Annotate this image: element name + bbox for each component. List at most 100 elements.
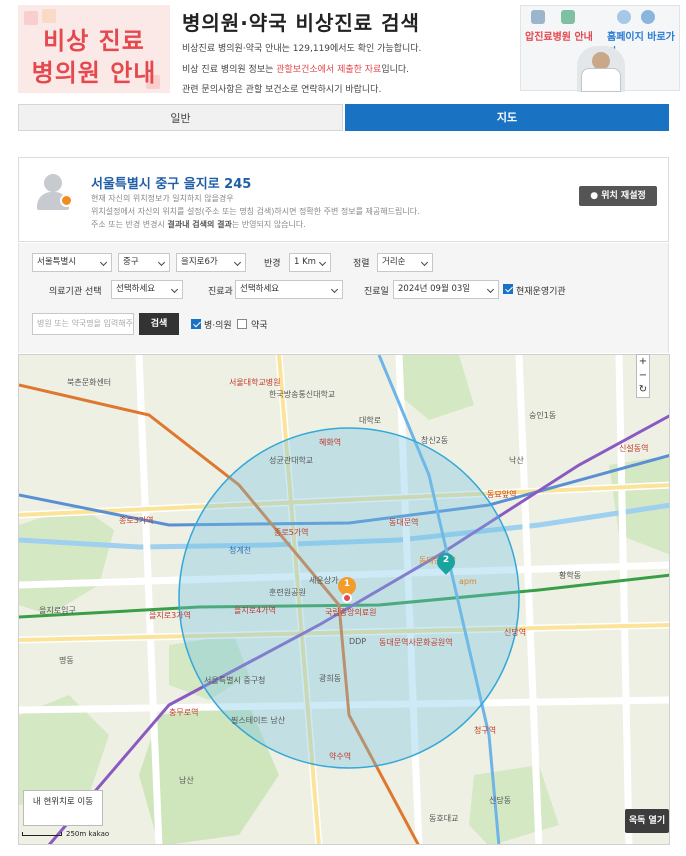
- map-label: 신당역: [504, 628, 527, 637]
- view-tabs: 일반 지도: [18, 104, 669, 131]
- pharmacy-checkbox[interactable]: [237, 319, 247, 329]
- hospital-icon: [531, 10, 545, 24]
- hospital-marker-2[interactable]: 2: [433, 549, 459, 577]
- map-label: 훈련원공원: [269, 588, 306, 597]
- info-text-2-highlight: 관할보건소에서 제출한 자료: [276, 65, 382, 75]
- map-label: 동대문역사문화공원역: [379, 638, 453, 647]
- map-label: apm: [459, 577, 477, 586]
- overlay-toggle-button[interactable]: 옥독 열기: [625, 809, 669, 833]
- map-label: 서울대학교병원: [229, 378, 281, 387]
- reset-location-button[interactable]: ● 위치 재설정: [579, 186, 657, 206]
- map-label: 국립중앙의료원: [325, 608, 377, 617]
- map-label: 을지로3가역: [149, 611, 191, 620]
- map-label: 종로5가역: [274, 528, 309, 537]
- logo-line2: 병의원 안내: [31, 59, 157, 87]
- map-label: 을지로입구: [39, 606, 76, 615]
- current-location-pin: [342, 593, 352, 603]
- map-label: 청계천: [229, 546, 252, 555]
- map-label: 남산: [179, 776, 194, 785]
- info-text-2: 비상 진료 병의원 정보는 관할보건소에서 제출한 자료입니다.: [182, 62, 409, 75]
- location-help-3: 주소 또는 반경 변경시 결과내 검색의 결과는 반영되지 않습니다.: [91, 219, 306, 230]
- info-text-2-pre: 비상 진료 병의원 정보는: [182, 65, 277, 75]
- my-location-button[interactable]: 내 현위치로 이동: [23, 790, 103, 826]
- globe-icon: [617, 10, 631, 24]
- location-help-3-pre: 주소 또는 반경 변경시: [91, 220, 168, 229]
- department-select[interactable]: 선택하세요: [235, 280, 343, 299]
- info-text-2-post: 입니다.: [381, 65, 410, 75]
- zoom-out-button[interactable]: −: [637, 369, 649, 383]
- header: 비상 진료 병의원 안내 병의원·약국 비상진료 검색 비상진료 병의원·약국 …: [0, 0, 686, 100]
- map-label: 한국방송통신대학교: [269, 390, 336, 399]
- dong-select[interactable]: 을지로6가: [176, 253, 246, 272]
- info-text-3: 관련 문의사항은 관할 보건소로 연락하시기 바랍니다.: [182, 85, 382, 95]
- map-label: 동호대교: [429, 814, 459, 823]
- map-label: 대학로: [359, 416, 382, 425]
- facility-type-label: 의료기관 선택: [49, 287, 102, 297]
- map-label: 황학동: [559, 571, 582, 580]
- marker-number: 1: [343, 579, 351, 589]
- open-now-label: 현재운영기관: [516, 287, 566, 297]
- refresh-icon[interactable]: ↻: [637, 383, 649, 397]
- map-label: DDP: [349, 637, 367, 646]
- location-help-1: 현재 자신의 위치정보가 일치하지 않을경우: [91, 194, 234, 203]
- location-panel: 서울특별시 중구 을지로 245 현재 자신의 위치정보가 일치하지 않을경우 …: [18, 157, 669, 242]
- map-label: 숭인1동: [529, 411, 557, 420]
- map-provider-logo: kakao: [88, 830, 110, 838]
- facility-type-select[interactable]: 선택하세요: [111, 280, 183, 299]
- doctor-illustration: [577, 46, 625, 92]
- map-label: 세운상가: [309, 576, 339, 585]
- marker-number: 2: [442, 555, 450, 565]
- map-label: 신당동: [489, 796, 512, 805]
- sort-select[interactable]: 거리순: [377, 253, 433, 272]
- location-help-3-bold: 결과내 검색의 결과: [167, 220, 232, 229]
- map-label: 창신2동: [421, 436, 449, 445]
- sido-select[interactable]: 서울특별시: [32, 253, 112, 272]
- map-label: 충무로역: [169, 708, 199, 717]
- department-label: 진료과: [208, 287, 233, 297]
- location-help-2: 위치설정에서 자신의 위치를 설정(주소 또는 명칭 검색)하시면 정확한 주변…: [91, 207, 420, 216]
- info-text-1: 비상진료 병의원·약국 안내는 129,119에서도 확인 가능합니다.: [182, 44, 422, 54]
- cross-icon: [561, 10, 575, 24]
- tab-general[interactable]: 일반: [18, 104, 343, 131]
- emergency-care-logo: 비상 진료 병의원 안내: [18, 5, 170, 93]
- map-label: 종로3가역: [119, 516, 154, 525]
- pharmacy-checkbox-label: 약국: [251, 321, 268, 331]
- search-filters: 서울특별시 중구 을지로6가 반경 1 Km 정렬 거리순 의료기관 선택 선택…: [18, 243, 669, 353]
- location-help-3-post: 는 반영되지 않습니다.: [231, 220, 306, 229]
- sort-label: 정렬: [353, 259, 370, 269]
- date-label: 진료일: [364, 287, 389, 297]
- zoom-control: + − ↻: [636, 354, 650, 398]
- map-label: 을지로4가역: [234, 606, 276, 615]
- search-button[interactable]: 검색: [139, 313, 179, 335]
- search-input[interactable]: 병원 또는 약국명을 입력해주세요: [32, 313, 134, 335]
- map-label: 신설동역: [619, 444, 649, 453]
- reset-location-label: 위치 재설정: [601, 191, 646, 201]
- banner-hospital-guide-label: 압진료병원 안내: [525, 32, 593, 43]
- map-view[interactable]: 북촌문화센터 서울대학교병원 한국방송통신대학교 낙산 대학로 혜화역 성균관대…: [18, 354, 670, 845]
- radius-select[interactable]: 1 Km: [289, 253, 331, 272]
- page-title: 병의원·약국 비상진료 검색: [182, 11, 420, 35]
- map-label: 성균관대학교: [269, 456, 314, 465]
- current-address: 서울특별시 중구 을지로 245: [91, 177, 252, 192]
- radius-label: 반경: [264, 259, 281, 269]
- hospital-guide-banner[interactable]: 압진료병원 안내 홈페이지 바로가기: [520, 5, 680, 92]
- map-label: 북촌문화센터: [67, 378, 112, 387]
- map-scale: 250m kakao: [22, 830, 109, 838]
- map-label: 낙산: [509, 456, 524, 465]
- map-label: 필스테이트 남산: [231, 716, 286, 725]
- map-label: 동묘앞역: [487, 490, 517, 499]
- scale-value: 250m: [66, 830, 87, 838]
- map-label: 동대문역: [389, 518, 419, 527]
- date-select[interactable]: 2024년 09월 03일: [393, 280, 499, 299]
- map-label: 광희동: [319, 674, 342, 683]
- pin-icon: ●: [590, 191, 602, 201]
- open-now-checkbox[interactable]: [503, 284, 513, 294]
- globe-icon: [641, 10, 655, 24]
- user-location-icon: [33, 172, 73, 212]
- gu-select[interactable]: 중구: [118, 253, 170, 272]
- tab-map[interactable]: 지도: [345, 104, 669, 131]
- zoom-in-button[interactable]: +: [637, 355, 649, 369]
- hospital-checkbox-label: 병·의원: [204, 321, 232, 331]
- hospital-checkbox[interactable]: [191, 319, 201, 329]
- map-label: 약수역: [329, 752, 352, 761]
